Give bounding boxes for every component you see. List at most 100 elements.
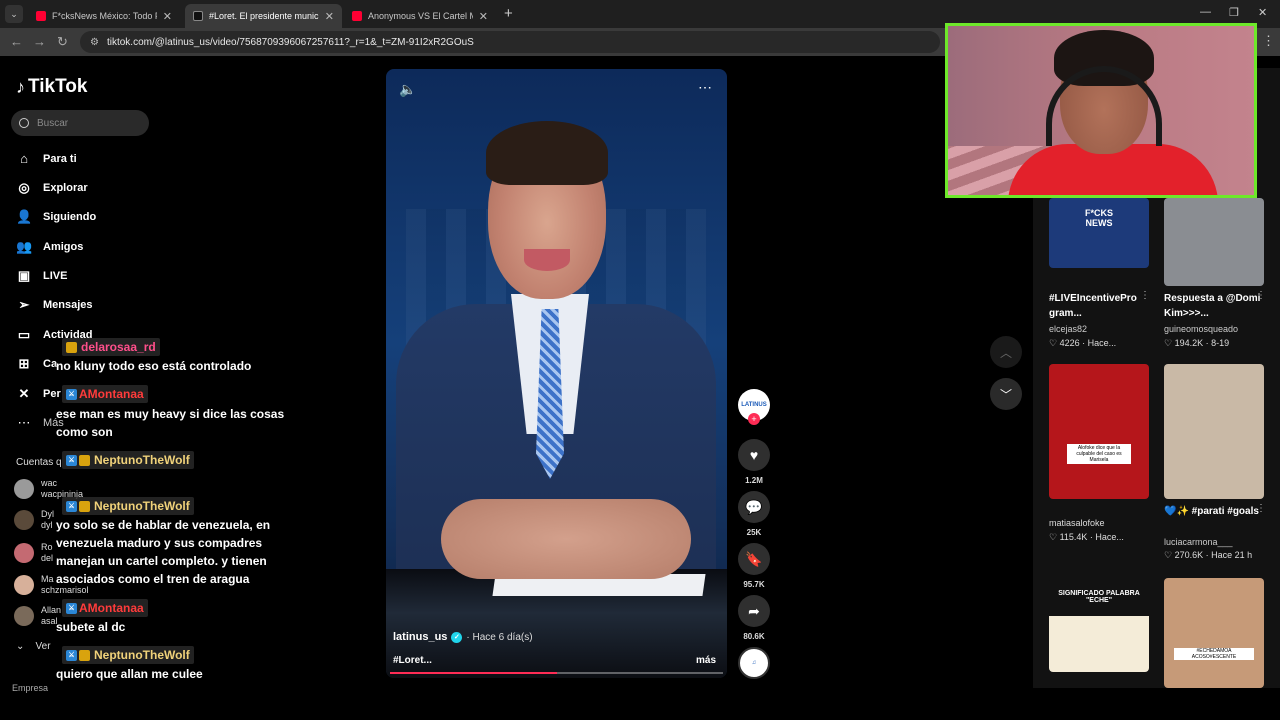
see-more-accounts[interactable]: ⌄ Ver (16, 641, 51, 652)
chat-message: yo solo se de hablar de venezuela, en ve… (56, 518, 271, 586)
nav-label: Mensajes (43, 299, 93, 311)
minimize-icon[interactable]: — (1200, 6, 1211, 18)
video-thumbnail[interactable] (1164, 198, 1264, 286)
chat-username: delarosaa_rd (62, 338, 160, 356)
share-button[interactable]: ➦ 80.6K (738, 595, 770, 641)
chat-message: ese man es muy heavy si dice las cosas c… (56, 407, 285, 439)
nav-cargar[interactable]: ⊞ Ca (16, 356, 58, 372)
avatar (14, 575, 34, 595)
video-thumbnail[interactable]: Alofoke dice que la culpable del caso es… (1049, 364, 1149, 499)
bookmark-button[interactable]: 🔖 95.7K (738, 543, 770, 589)
volume-icon[interactable]: 🔈 (399, 81, 416, 98)
nav-mensajes[interactable]: ➢ Mensajes (16, 297, 93, 313)
video-stats: ♡ 194.2K · 8-19 (1164, 338, 1230, 348)
address-bar[interactable]: ⚙ tiktok.com/@latinus_us/video/756870939… (80, 31, 940, 53)
thumbnail-text: Alofoke dice que la culpable del caso es… (1067, 444, 1131, 464)
avatar (14, 606, 34, 626)
reload-icon[interactable]: ↻ (57, 34, 68, 50)
subscriber-badge-icon (79, 454, 90, 466)
chat-user-name: NeptunoTheWolf (94, 453, 190, 467)
search-input[interactable]: Buscar (11, 110, 149, 136)
video-author[interactable]: elcejas82 (1049, 324, 1087, 334)
account-item[interactable]: Dyl dyl (14, 509, 54, 531)
restore-icon[interactable]: ❐ (1229, 6, 1239, 19)
host-mouth (524, 249, 570, 271)
back-icon[interactable]: ← (10, 34, 23, 49)
nav-perfil[interactable]: ✕ Per (16, 386, 61, 402)
tab-close-icon[interactable]: ✕ (325, 10, 334, 23)
subscriber-badge-icon (79, 500, 90, 512)
video-thumbnail[interactable]: F*CKS NEWS (1049, 198, 1149, 268)
video-player[interactable]: 🔈 ⋯ latinus_us ✓ · Hace 6 día(s) #Loret.… (386, 69, 727, 678)
video-title[interactable]: #LIVEIncentivePro gram... (1049, 291, 1159, 321)
tab-close-icon[interactable]: ✕ (479, 10, 488, 23)
next-video-button[interactable]: ﹀ (990, 378, 1022, 410)
video-author[interactable]: luciacarmona___ (1164, 537, 1233, 547)
browser-tab-1[interactable]: F*cksNews México: Todo Por Un ✕ (28, 4, 180, 28)
video-options-icon[interactable]: ⋯ (698, 79, 713, 96)
site-info-icon[interactable]: ⚙ (90, 37, 99, 48)
moderator-badge-icon: ⚔ (66, 649, 77, 661)
tiktok-logo[interactable]: ♪ TikTok (16, 76, 87, 98)
account-name: Ma (41, 574, 54, 584)
tab-list-chevron-icon[interactable]: ⌄ (5, 5, 23, 23)
new-tab-button[interactable]: + (504, 5, 513, 22)
activity-icon: ▭ (17, 327, 31, 342)
nav-label: Ca (43, 358, 58, 370)
browser-menu-icon[interactable]: ⋮ (1262, 33, 1275, 49)
video-title[interactable]: Respuesta a @Domi Kim>>>... (1164, 291, 1274, 321)
browser-tab-2[interactable]: #Loret. El presidente municipal ✕ (185, 4, 342, 28)
video-thumbnail[interactable] (1164, 364, 1264, 499)
video-title[interactable]: 💙✨ #parati #goals (1164, 504, 1274, 519)
more-icon: ⋯ (17, 415, 31, 430)
bookmark-count: 95.7K (743, 580, 765, 589)
forward-icon[interactable]: → (33, 34, 46, 49)
nav-label: LIVE (43, 270, 68, 282)
video-thumbnail[interactable]: #ECHEDAMOA ACOSO#ESCENTE (1164, 578, 1264, 688)
follow-plus-icon[interactable]: + (748, 413, 760, 425)
creator-avatar-button[interactable]: LATINUS + (738, 389, 770, 425)
video-stats: ♡ 115.4K · Hace... (1049, 532, 1124, 542)
chevron-up-icon: ︿ (999, 345, 1012, 360)
moderator-badge-icon: ⚔ (66, 500, 77, 512)
screen: ⌄ F*cksNews México: Todo Por Un ✕ #Loret… (0, 0, 1280, 720)
tab-close-icon[interactable]: ✕ (163, 10, 172, 23)
account-item[interactable]: Ro del (14, 542, 53, 564)
nav-para-ti[interactable]: ⌂ Para ti (16, 151, 77, 166)
video-stats: ♡ 4226 · Hace... (1049, 338, 1117, 348)
browser-tab-3[interactable]: Anonymous VS El Cartel Más Pe ✕ (344, 4, 496, 28)
avatar (14, 543, 34, 563)
footer-link[interactable]: Empresa (12, 683, 48, 693)
chevron-down-icon: ⌄ (16, 641, 25, 652)
video-author[interactable]: matiasalofoke (1049, 518, 1105, 528)
host-hands (441, 499, 691, 579)
chat-user-name: delarosaa_rd (81, 340, 156, 354)
following-icon: 👤 (16, 209, 33, 224)
chat-message: quiero que allan me culee (56, 667, 203, 681)
nav-amigos[interactable]: 👥 Amigos (16, 239, 83, 255)
previous-video-button[interactable]: ︿ (990, 336, 1022, 368)
sound-disc-button[interactable]: ♫ (738, 647, 770, 679)
video-author[interactable]: latinus_us ✓ · Hace 6 día(s) (393, 631, 533, 643)
nav-label: Para ti (43, 152, 77, 165)
nav-live[interactable]: ▣ LIVE (16, 268, 68, 284)
video-thumbnail[interactable]: SIGNIFICADO PALABRA "ECHE" (1049, 578, 1149, 672)
nav-siguiendo[interactable]: 👤 Siguiendo (16, 209, 96, 225)
account-item[interactable]: Allan asal (14, 605, 61, 627)
nav-label: Amigos (43, 241, 84, 253)
chat-username: ⚔ AMontanaa (62, 599, 148, 617)
heart-icon: ♥ (738, 439, 770, 471)
video-author[interactable]: guineomosqueado (1164, 324, 1238, 334)
post-time: · Hace 6 día(s) (466, 631, 533, 643)
author-name: latinus_us (393, 631, 448, 643)
caption-more-button[interactable]: más (696, 655, 716, 666)
nav-explorar[interactable]: ◎ Explorar (16, 180, 87, 196)
video-progress-bar[interactable] (390, 672, 723, 674)
video-caption[interactable]: #Loret... (393, 655, 432, 666)
video-stats: ♡ 270.6K · Hace 21 h (1164, 550, 1253, 560)
friends-icon: 👥 (16, 239, 33, 254)
comment-button[interactable]: 💬 25K (738, 491, 770, 537)
close-window-icon[interactable]: ✕ (1258, 6, 1267, 19)
like-button[interactable]: ♥ 1.2M (738, 439, 770, 485)
host-hair (486, 121, 608, 185)
